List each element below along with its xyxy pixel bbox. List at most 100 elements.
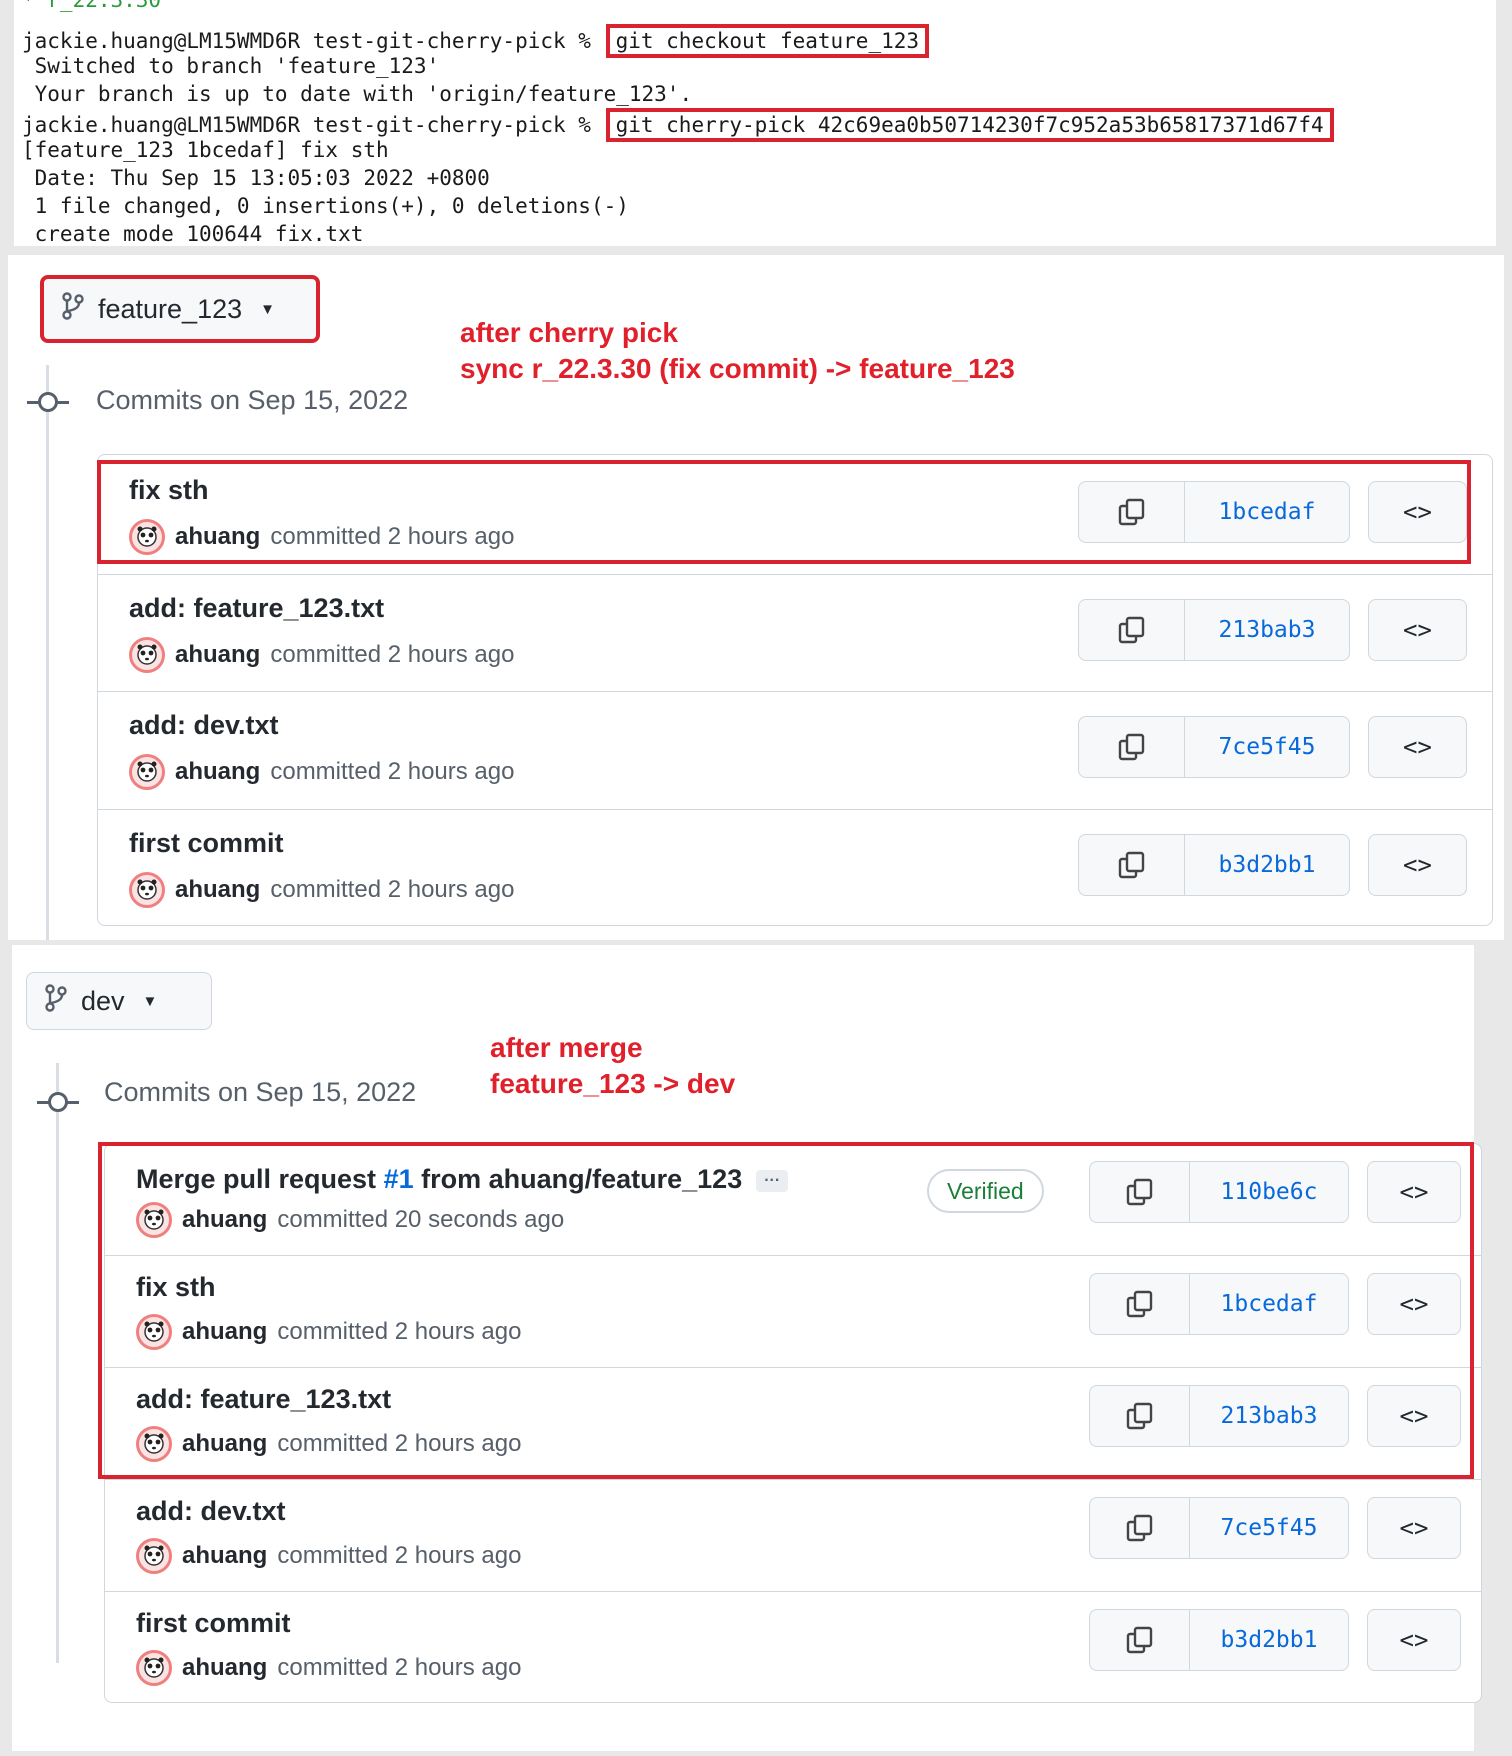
browse-code-button[interactable]: <> [1368, 834, 1467, 896]
commit-time: committed 2 hours ago [277, 1318, 522, 1345]
timeline-line [56, 1063, 59, 1663]
commit-sha-link[interactable]: 1bcedaf [1185, 482, 1349, 542]
commit-title[interactable]: add: feature_123.txt [129, 593, 384, 624]
copy-icon[interactable] [1079, 717, 1185, 777]
avatar-icon[interactable] [129, 637, 165, 673]
browse-code-button[interactable]: <> [1368, 481, 1467, 543]
browse-code-button[interactable]: <> [1367, 1609, 1461, 1671]
commit-title[interactable]: fix sth [129, 475, 209, 506]
commit-meta: ahuang committed 2 hours ago [136, 1650, 521, 1686]
terminal-output: 1 file changed, 0 insertions(+), 0 delet… [22, 194, 629, 218]
commit-sha-link[interactable]: 213bab3 [1190, 1386, 1348, 1446]
commit-row: fix sth ahuang committed 2 hours ago 1bc… [98, 455, 1492, 575]
branch-icon [62, 291, 84, 327]
branch-selector[interactable]: dev ▼ [26, 972, 212, 1030]
commit-author[interactable]: ahuang [182, 1430, 267, 1458]
avatar-icon[interactable] [136, 1314, 172, 1350]
copy-icon[interactable] [1079, 482, 1185, 542]
commit-row: fix sth ahuang committed 2 hours ago 1bc… [105, 1256, 1481, 1368]
commit-sha-link[interactable]: 7ce5f45 [1185, 717, 1349, 777]
commits-panel-feature: feature_123 ▼ after cherry pick sync r_2… [8, 255, 1504, 940]
branch-name: feature_123 [98, 293, 243, 324]
copy-icon[interactable] [1090, 1386, 1190, 1446]
commit-title: Merge pull request #1 from ahuang/featur… [136, 1164, 789, 1195]
avatar-icon[interactable] [129, 872, 165, 908]
commit-title[interactable]: add: feature_123.txt [136, 1384, 391, 1415]
commit-author[interactable]: ahuang [175, 523, 260, 551]
verified-badge[interactable]: Verified [927, 1169, 1044, 1213]
commit-time: committed 2 hours ago [270, 876, 515, 903]
terminal-output: create mode 100644 fix.txt [22, 222, 364, 246]
copy-icon[interactable] [1090, 1274, 1190, 1334]
browse-code-button[interactable]: <> [1367, 1273, 1461, 1335]
commit-title[interactable]: add: dev.txt [136, 1496, 286, 1527]
commit-sha-group: 7ce5f45 [1089, 1497, 1349, 1559]
copy-icon[interactable] [1079, 835, 1185, 895]
commit-sha-link[interactable]: 110be6c [1190, 1162, 1348, 1222]
commit-sha-link[interactable]: 7ce5f45 [1190, 1498, 1348, 1558]
pull-request-link[interactable]: #1 [384, 1164, 414, 1194]
terminal-output: [feature_123 1bcedaf] fix sth [22, 138, 389, 162]
commits-date-heading: Commits on Sep 15, 2022 [104, 1077, 417, 1107]
commit-node-icon [27, 392, 69, 412]
commit-sha-link[interactable]: b3d2bb1 [1185, 835, 1349, 895]
terminal-prompt: jackie.huang@LM15WMD6R test-git-cherry-p… [22, 113, 604, 137]
annotation-line: sync r_22.3.30 (fix commit) -> feature_1… [460, 353, 1015, 384]
copy-icon[interactable] [1090, 1498, 1190, 1558]
commit-author[interactable]: ahuang [175, 641, 260, 669]
commit-list: fix sth ahuang committed 2 hours ago 1bc… [97, 454, 1493, 926]
commit-sha-link[interactable]: 1bcedaf [1190, 1274, 1348, 1334]
timeline-line [46, 365, 49, 940]
commit-author[interactable]: ahuang [182, 1206, 267, 1234]
terminal-output: Date: Thu Sep 15 13:05:03 2022 +0800 [22, 166, 490, 190]
commit-title[interactable]: first commit [129, 828, 284, 859]
commit-sha-group: 213bab3 [1089, 1385, 1349, 1447]
commit-title-text[interactable]: from ahuang/feature_123 [414, 1164, 742, 1194]
caret-down-icon: ▼ [260, 300, 275, 318]
avatar-icon[interactable] [129, 754, 165, 790]
commit-sha-link[interactable]: 213bab3 [1185, 600, 1349, 660]
commit-author[interactable]: ahuang [175, 876, 260, 904]
commit-title[interactable]: fix sth [136, 1272, 216, 1303]
avatar-icon[interactable] [136, 1650, 172, 1686]
commit-author[interactable]: ahuang [182, 1654, 267, 1682]
commit-title[interactable]: add: dev.txt [129, 710, 279, 741]
commit-row: add: dev.txt ahuang committed 2 hours ag… [98, 692, 1492, 810]
commit-row: first commit ahuang committed 2 hours ag… [98, 810, 1492, 927]
commit-author[interactable]: ahuang [175, 758, 260, 786]
copy-icon[interactable] [1079, 600, 1185, 660]
expand-message-button[interactable]: ··· [756, 1169, 789, 1192]
commits-panel-dev: dev ▼ after merge feature_123 -> dev Com… [12, 945, 1482, 1751]
browse-code-button[interactable]: <> [1367, 1161, 1461, 1223]
avatar-icon[interactable] [129, 519, 165, 555]
copy-icon[interactable] [1090, 1162, 1190, 1222]
commit-time: committed 2 hours ago [277, 1542, 522, 1569]
caret-down-icon: ▼ [142, 992, 158, 1010]
avatar-icon[interactable] [136, 1538, 172, 1574]
commit-meta: ahuang committed 2 hours ago [136, 1426, 521, 1462]
avatar-icon[interactable] [136, 1426, 172, 1462]
commit-node-icon [37, 1092, 79, 1112]
commit-author[interactable]: ahuang [182, 1542, 267, 1570]
branch-icon [45, 983, 67, 1019]
commit-meta: ahuang committed 2 hours ago [136, 1538, 521, 1574]
terminal-branch-fragment: * r_22.3.30 [22, 0, 162, 12]
commit-title[interactable]: first commit [136, 1608, 291, 1639]
commit-row-merge: Merge pull request #1 from ahuang/featur… [105, 1144, 1481, 1256]
commit-time: committed 2 hours ago [277, 1430, 522, 1457]
branch-selector[interactable]: feature_123 ▼ [40, 275, 320, 343]
commit-list: Merge pull request #1 from ahuang/featur… [104, 1143, 1482, 1703]
commit-author[interactable]: ahuang [182, 1318, 267, 1346]
copy-icon[interactable] [1090, 1610, 1190, 1670]
browse-code-button[interactable]: <> [1368, 716, 1467, 778]
avatar-icon[interactable] [136, 1202, 172, 1238]
browse-code-button[interactable]: <> [1367, 1385, 1461, 1447]
commit-sha-link[interactable]: b3d2bb1 [1190, 1610, 1348, 1670]
commit-sha-group: 213bab3 [1078, 599, 1350, 661]
terminal-prompt: jackie.huang@LM15WMD6R test-git-cherry-p… [22, 29, 604, 53]
browse-code-button[interactable]: <> [1367, 1497, 1461, 1559]
commit-title-text[interactable]: Merge pull request [136, 1164, 384, 1194]
annotation-line: after merge [490, 1032, 643, 1063]
commit-row: add: feature_123.txt ahuang committed 2 … [105, 1368, 1481, 1480]
browse-code-button[interactable]: <> [1368, 599, 1467, 661]
